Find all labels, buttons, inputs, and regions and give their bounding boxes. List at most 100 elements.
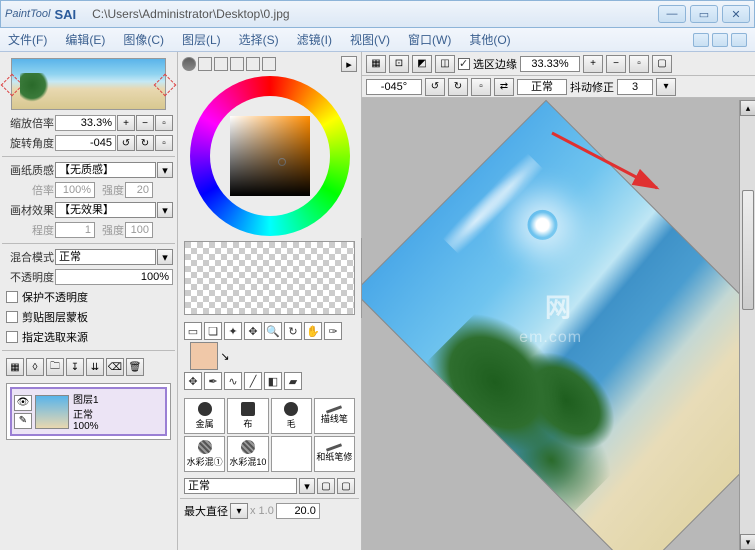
tool-pen[interactable]: ✒ — [204, 372, 222, 390]
tool-move[interactable]: ✥ — [244, 322, 262, 340]
layer-edit-icon[interactable]: ✎ — [14, 413, 32, 429]
degree-field[interactable]: 1 — [55, 222, 95, 238]
transfer-down-button[interactable]: ↧ — [66, 358, 84, 376]
invert-select-button[interactable]: ◩ — [412, 55, 432, 73]
zoom-field[interactable]: 33.3% — [55, 115, 116, 131]
menu-file[interactable]: 文件(F) — [8, 31, 47, 48]
close-button[interactable]: ✕ — [722, 5, 750, 23]
brush-fur[interactable]: 毛 — [271, 398, 312, 434]
canvas-angle-field[interactable]: -045° — [366, 79, 422, 95]
brush-watercolor1[interactable]: 水彩混① — [184, 436, 225, 472]
tool-eraser[interactable]: ◧ — [264, 372, 282, 390]
mdi-close-button[interactable] — [731, 33, 747, 47]
brush-aa-button[interactable]: ▢ — [317, 478, 335, 494]
hsv-slider-toggle[interactable] — [214, 57, 228, 71]
canvas-rotate-reset[interactable]: ▫ — [471, 78, 491, 96]
rotate-cw-button[interactable]: ↻ — [136, 135, 154, 151]
canvas-zoom-field[interactable]: 33.33% — [520, 56, 580, 72]
brush-watercolor10[interactable]: 水彩混10 — [227, 436, 268, 472]
scale-field[interactable]: 100% — [55, 182, 95, 198]
menu-window[interactable]: 窗口(W) — [408, 31, 451, 48]
opacity-field[interactable]: 100% — [55, 269, 173, 285]
paper-texture-dd-button[interactable]: ▾ — [157, 162, 173, 178]
layer-item[interactable]: 👁 ✎ 图层1 正常 100% — [10, 387, 167, 436]
intensity2-field[interactable]: 100 — [125, 222, 153, 238]
protect-alpha-checkbox[interactable] — [6, 291, 18, 303]
tool-rect-select[interactable]: ▭ — [184, 322, 202, 340]
mdi-minimize-button[interactable] — [693, 33, 709, 47]
new-linework-button[interactable]: ◊ — [26, 358, 44, 376]
brush-aa2-button[interactable]: ▢ — [337, 478, 355, 494]
blend-mode-dropdown[interactable]: 正常 — [55, 249, 156, 265]
canvas-rotate-ccw[interactable]: ↺ — [425, 78, 445, 96]
menu-select[interactable]: 选择(S) — [239, 31, 279, 48]
tool-line[interactable]: ╱ — [244, 372, 262, 390]
rotate-ccw-button[interactable]: ↺ — [117, 135, 135, 151]
material-effect-dropdown[interactable]: 【无效果】 — [55, 202, 156, 218]
canvas-area[interactable]: 网 em.com — [362, 98, 755, 550]
stabilizer-menu[interactable]: ▾ — [656, 78, 676, 96]
new-folder-button[interactable]: 🗀 — [46, 358, 64, 376]
brush-blend-dropdown[interactable]: 正常 — [184, 478, 297, 494]
brush-empty[interactable] — [271, 436, 312, 472]
select-all-button[interactable]: ▦ — [366, 55, 386, 73]
scroll-thumb[interactable] — [742, 190, 754, 310]
canvas-zoom-out[interactable]: − — [606, 55, 626, 73]
zoom-out-button[interactable]: − — [136, 115, 154, 131]
show-select-button[interactable]: ◫ — [435, 55, 455, 73]
color-cursor[interactable] — [278, 158, 286, 166]
material-effect-dd-button[interactable]: ▾ — [157, 202, 173, 218]
deselect-button[interactable]: ⊡ — [389, 55, 409, 73]
menu-image[interactable]: 图像(C) — [123, 31, 164, 48]
select-source-checkbox[interactable] — [6, 331, 18, 343]
tool-lasso[interactable]: ❏ — [204, 322, 222, 340]
canvas-vertical-scrollbar[interactable]: ▴ ▾ — [739, 100, 755, 550]
tool-zoom[interactable]: 🔍 — [264, 322, 282, 340]
layer-visibility-icon[interactable]: 👁 — [14, 395, 32, 411]
blend-mode-dd-button[interactable]: ▾ — [157, 249, 173, 265]
mdi-maximize-button[interactable] — [712, 33, 728, 47]
canvas-rotate-cw[interactable]: ↻ — [448, 78, 468, 96]
rgb-slider-toggle[interactable] — [198, 57, 212, 71]
stabilizer-field[interactable]: 3 — [617, 79, 653, 95]
paper-texture-dropdown[interactable]: 【无质感】 — [55, 162, 156, 178]
brush-washi[interactable]: 和纸笔修 — [314, 436, 355, 472]
sv-square[interactable] — [230, 116, 310, 196]
intensity-field[interactable]: 20 — [125, 182, 153, 198]
navigator-thumbnail[interactable] — [11, 58, 166, 110]
tool-curve[interactable]: ∿ — [224, 372, 242, 390]
zoom-in-button[interactable]: + — [117, 115, 135, 131]
merge-down-button[interactable]: ⇊ — [86, 358, 104, 376]
zoom-fit-button[interactable]: ▫ — [155, 115, 173, 131]
selection-edge-checkbox[interactable] — [458, 58, 470, 70]
scroll-up-button[interactable]: ▴ — [740, 100, 755, 116]
tool-hand[interactable]: ✋ — [304, 322, 322, 340]
canvas-zoom-fit[interactable]: ▫ — [629, 55, 649, 73]
minimize-button[interactable]: — — [658, 5, 686, 23]
brush-lineart[interactable]: 描线笔 — [314, 398, 355, 434]
menu-filter[interactable]: 滤镜(I) — [297, 31, 332, 48]
canvas-zoom-in[interactable]: + — [583, 55, 603, 73]
canvas-zoom-actual[interactable]: ▢ — [652, 55, 672, 73]
clear-layer-button[interactable]: ⌫ — [106, 358, 124, 376]
swatches-toggle[interactable] — [246, 57, 260, 71]
foreground-color-swatch[interactable] — [190, 342, 218, 370]
tool-eyedropper[interactable]: ✑ — [324, 322, 342, 340]
rotate-field[interactable]: -045 — [55, 135, 116, 151]
menu-view[interactable]: 视图(V) — [350, 31, 390, 48]
swap-colors-icon[interactable]: ↘ — [220, 342, 230, 370]
scroll-down-button[interactable]: ▾ — [740, 534, 755, 550]
brush-blend-dd-button[interactable]: ▾ — [299, 478, 315, 494]
diameter-preset-button[interactable]: ▾ — [230, 503, 248, 519]
scratchpad[interactable] — [184, 241, 355, 315]
new-layer-button[interactable]: ▦ — [6, 358, 24, 376]
color-wheel-toggle[interactable] — [182, 57, 196, 71]
menu-layer[interactable]: 图层(L) — [182, 31, 221, 48]
color-mixer-toggle[interactable] — [230, 57, 244, 71]
color-panel-menu[interactable]: ▸ — [341, 56, 357, 72]
delete-layer-button[interactable]: 🗑 — [126, 358, 144, 376]
tool-transform[interactable]: ✥ — [184, 372, 202, 390]
color-wheel[interactable] — [190, 76, 350, 236]
tool-magic-wand[interactable]: ✦ — [224, 322, 242, 340]
canvas-blend-field[interactable]: 正常 — [517, 79, 567, 95]
